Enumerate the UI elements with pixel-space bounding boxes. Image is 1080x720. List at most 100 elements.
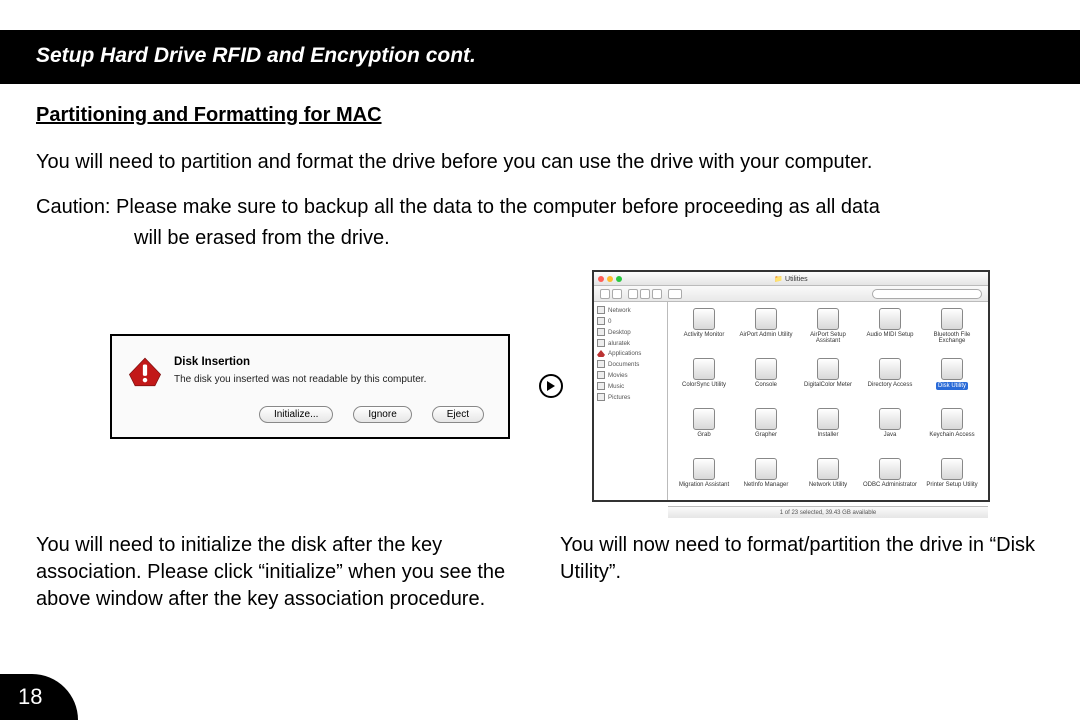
utility-item-icon — [817, 458, 839, 480]
utility-item-icon — [693, 308, 715, 330]
utility-item-icon — [755, 458, 777, 480]
sidebar-item[interactable]: Network — [597, 306, 664, 314]
zoom-dot-icon[interactable] — [616, 276, 622, 282]
utility-item[interactable]: Disk Utility — [922, 358, 982, 406]
utility-item[interactable]: Grab — [674, 408, 734, 456]
view-list-button[interactable] — [640, 289, 650, 299]
utilities-window: 📁 Utilities Network0DesktopaluratekAppli… — [592, 270, 990, 502]
left-instruction: You will need to initialize the disk aft… — [36, 532, 520, 613]
utilities-sidebar: Network 0 Desktop aluratek Applications Docum… — [594, 302, 668, 500]
sidebar-item-label: Music — [608, 383, 624, 390]
utility-item[interactable]: ODBC Administrator — [860, 458, 920, 506]
utility-item-label: Network Utility — [809, 482, 847, 488]
utility-item-icon — [693, 408, 715, 430]
back-button[interactable] — [600, 289, 610, 299]
sidebar-item[interactable]: aluratek — [597, 339, 664, 347]
utility-item[interactable]: Network Utility — [798, 458, 858, 506]
sidebar-item[interactable]: 0 — [597, 317, 664, 325]
utility-item[interactable]: Java — [860, 408, 920, 456]
utility-item[interactable]: NetInfo Manager — [736, 458, 796, 506]
sidebar-item-label: 0 — [608, 318, 611, 325]
utility-item[interactable]: Printer Setup Utility — [922, 458, 982, 506]
utility-item-icon — [941, 358, 963, 380]
utility-item-icon — [879, 458, 901, 480]
sidebar-item-label: Pictures — [608, 394, 630, 401]
utility-item[interactable]: Console — [736, 358, 796, 406]
sidebar-item-icon — [597, 382, 605, 390]
disk-insertion-dialog: Disk Insertion The disk you inserted was… — [110, 334, 510, 439]
dialog-title: Disk Insertion — [174, 356, 426, 368]
minimize-dot-icon[interactable] — [607, 276, 613, 282]
arrow-right-icon — [538, 373, 564, 399]
utility-item-icon — [693, 358, 715, 380]
traffic-lights — [598, 276, 622, 282]
utility-item-icon — [941, 408, 963, 430]
utility-item[interactable]: Audio MIDI Setup — [860, 308, 920, 356]
utility-item-icon — [817, 408, 839, 430]
utility-item[interactable]: Activity Monitor — [674, 308, 734, 356]
sidebar-item-label: Applications — [608, 350, 641, 357]
sidebar-item[interactable]: Movies — [597, 371, 664, 379]
right-instruction: You will now need to format/partition th… — [560, 532, 1044, 613]
sidebar-item[interactable]: Pictures — [597, 393, 664, 401]
utilities-status: 1 of 23 selected, 39.43 GB available — [668, 506, 988, 518]
utility-item[interactable]: Installer — [798, 408, 858, 456]
utility-item-icon — [693, 458, 715, 480]
utility-item-label: Directory Access — [868, 382, 913, 388]
utility-item[interactable]: Bluetooth File Exchange — [922, 308, 982, 356]
utility-item-label: ODBC Administrator — [863, 482, 917, 488]
utility-item-label: Bluetooth File Exchange — [922, 332, 982, 344]
view-col-button[interactable] — [652, 289, 662, 299]
view-icon-button[interactable] — [628, 289, 638, 299]
dialog-message: The disk you inserted was not readable b… — [174, 374, 426, 385]
utility-item-label: AirPort Setup Assistant — [798, 332, 858, 344]
utility-item[interactable]: Directory Access — [860, 358, 920, 406]
utility-item-icon — [755, 408, 777, 430]
search-input[interactable] — [872, 289, 982, 299]
utility-item-icon — [755, 308, 777, 330]
sidebar-item[interactable]: Applications — [597, 350, 664, 357]
caution-text-line1: Caution: Please make sure to backup all … — [36, 194, 1044, 221]
sidebar-item-icon — [597, 328, 605, 336]
utility-item-icon — [817, 308, 839, 330]
close-dot-icon[interactable] — [598, 276, 604, 282]
utility-item[interactable]: AirPort Setup Assistant — [798, 308, 858, 356]
utility-item-label: AirPort Admin Utility — [739, 332, 792, 338]
sidebar-item[interactable]: Documents — [597, 360, 664, 368]
sidebar-item-icon — [597, 350, 605, 357]
sidebar-item-label: Desktop — [608, 329, 631, 336]
page-title: Setup Hard Drive RFID and Encryption con… — [36, 44, 476, 67]
action-button[interactable] — [668, 289, 682, 299]
utility-item-label: Installer — [817, 432, 838, 438]
utility-item-icon — [755, 358, 777, 380]
sidebar-item[interactable]: Desktop — [597, 328, 664, 336]
fwd-button[interactable] — [612, 289, 622, 299]
ignore-button[interactable]: Ignore — [353, 406, 411, 423]
initialize-button[interactable]: Initialize... — [259, 406, 333, 423]
utility-item-label: Audio MIDI Setup — [866, 332, 913, 338]
utility-item-label: NetInfo Manager — [744, 482, 789, 488]
utility-item-icon — [879, 308, 901, 330]
sidebar-item[interactable]: Music — [597, 382, 664, 390]
sidebar-item-label: Network — [608, 307, 631, 314]
intro-text: You will need to partition and format th… — [36, 149, 1044, 176]
sidebar-item-icon — [597, 393, 605, 401]
utility-item[interactable]: DigitalColor Meter — [798, 358, 858, 406]
utility-item[interactable]: Grapher — [736, 408, 796, 456]
utility-item-label: Migration Assistant — [679, 482, 729, 488]
utility-item-label: Grapher — [755, 432, 777, 438]
sidebar-item-label: Movies — [608, 372, 628, 379]
utility-item-icon — [941, 308, 963, 330]
sidebar-item-icon — [597, 360, 605, 368]
utility-item[interactable]: AirPort Admin Utility — [736, 308, 796, 356]
utility-item[interactable]: ColorSync Utility — [674, 358, 734, 406]
utility-item-label: Java — [884, 432, 897, 438]
eject-button[interactable]: Eject — [432, 406, 484, 423]
utility-item[interactable]: Migration Assistant — [674, 458, 734, 506]
utility-item-label: Disk Utility — [936, 382, 968, 390]
utility-item[interactable]: Keychain Access — [922, 408, 982, 456]
sidebar-item-icon — [597, 371, 605, 379]
utility-item-icon — [879, 358, 901, 380]
utility-item-label: Activity Monitor — [684, 332, 725, 338]
utility-item-label: ColorSync Utility — [682, 382, 726, 388]
